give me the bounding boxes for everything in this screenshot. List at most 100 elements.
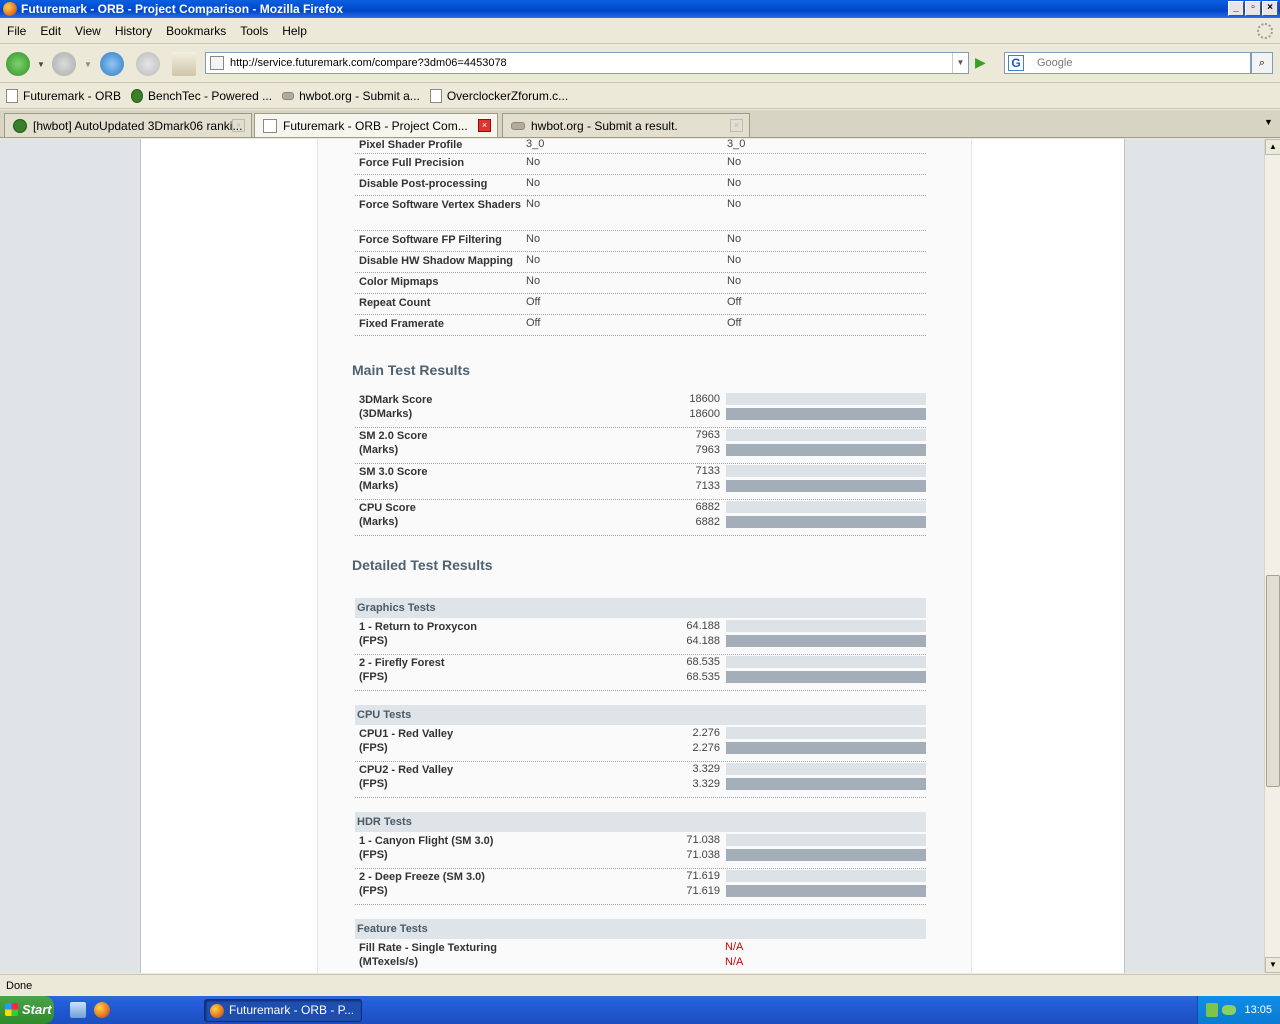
test-unit: (FPS) — [359, 635, 388, 647]
scroll-up-arrow-icon[interactable]: ▲ — [1265, 139, 1280, 155]
result-bar-2 — [726, 480, 926, 492]
close-tab-icon[interactable]: × — [232, 119, 245, 132]
setting-value-1: No — [526, 254, 541, 266]
system-tray: 13:05 — [1197, 996, 1280, 1024]
test-name: CPU1 - Red Valley — [359, 728, 454, 740]
status-text: Done — [6, 980, 33, 992]
address-bar[interactable]: http://service.futuremark.com/compare?3d… — [205, 52, 969, 74]
menu-view[interactable]: View — [68, 24, 108, 38]
result-value-1: 3.329 — [692, 763, 720, 775]
maximize-button[interactable]: ▫ — [1245, 1, 1261, 16]
group-header: HDR Tests — [355, 812, 926, 832]
close-tab-icon[interactable]: × — [478, 119, 491, 132]
menu-bookmarks[interactable]: Bookmarks — [159, 24, 233, 38]
result-bar-1 — [726, 620, 926, 632]
close-tab-icon[interactable]: × — [730, 119, 743, 132]
result-bar-1 — [726, 465, 926, 477]
result-value-1: 71.619 — [686, 870, 720, 882]
google-search-engine-icon[interactable]: G — [1008, 55, 1024, 71]
scrollbar-thumb[interactable] — [1266, 575, 1280, 787]
forward-history-chevron-down-icon[interactable]: ▼ — [84, 60, 92, 69]
menu-edit[interactable]: Edit — [33, 24, 68, 38]
back-icon[interactable] — [6, 52, 30, 76]
taskbar-firefox-item[interactable]: Futuremark - ORB - P... — [204, 999, 362, 1022]
bookmark-hwbot[interactable]: hwbot.org - Submit a... — [282, 89, 420, 103]
search-magnifier-icon[interactable]: ⌕ — [1251, 52, 1273, 74]
test-name: Fill Rate - Single Texturing — [359, 942, 497, 954]
result-value-1: 71.038 — [686, 834, 720, 846]
menu-tools[interactable]: Tools — [233, 24, 275, 38]
page-icon — [6, 89, 18, 103]
settings-row: Pixel Shader Profile 3_0 3_0 — [355, 139, 926, 154]
address-dropdown-chevron-down-icon[interactable]: ▼ — [952, 53, 968, 73]
forward-icon[interactable] — [52, 52, 76, 76]
tab-futuremark-orb[interactable]: Futuremark - ORB - Project Com... × — [254, 113, 498, 137]
result-label: 2 - Deep Freeze (SM 3.0) (FPS) — [359, 870, 485, 898]
quicklaunch-firefox-icon[interactable] — [94, 1002, 110, 1018]
page-favicon-icon — [210, 56, 224, 70]
result-label: 2 - Firefly Forest (FPS) — [359, 656, 445, 684]
menu-file[interactable]: File — [0, 24, 33, 38]
setting-value-1: No — [526, 275, 541, 287]
test-name: CPU2 - Red Valley — [359, 764, 454, 776]
page-favicon-icon — [263, 118, 277, 133]
tab-hwbot-ranking[interactable]: [hwbot] AutoUpdated 3Dmark06 ranki... × — [4, 113, 252, 137]
result-value-2: 6882 — [695, 516, 720, 528]
setting-value-2: No — [727, 156, 742, 168]
vertical-scrollbar[interactable]: ▲ ▼ — [1264, 139, 1280, 973]
tab-list-chevron-down-icon[interactable]: ▼ — [1264, 117, 1273, 127]
result-row: SM 2.0 Score (Marks) 7963 7963 — [355, 428, 926, 464]
group-header: CPU Tests — [355, 705, 926, 725]
test-name: CPU Score — [359, 502, 416, 514]
search-input[interactable]: G Google — [1004, 52, 1251, 74]
window-titlebar: Futuremark - ORB - Project Comparison - … — [0, 0, 1280, 18]
home-icon[interactable] — [172, 52, 196, 76]
bookmark-overclockerzforum[interactable]: OverclockerZforum.c... — [429, 89, 568, 103]
tray-network-icon[interactable] — [1206, 1003, 1218, 1017]
setting-label: Force Software FP Filtering — [359, 234, 502, 246]
reload-icon[interactable] — [100, 52, 124, 76]
setting-value-2: No — [727, 233, 742, 245]
tray-nvidia-icon[interactable] — [1222, 1005, 1236, 1015]
bookmark-benchtec[interactable]: BenchTec - Powered ... — [131, 89, 272, 103]
windows-taskbar: Start Futuremark - ORB - P... 13:05 — [0, 996, 1280, 1024]
result-label: CPU2 - Red Valley (FPS) — [359, 763, 453, 791]
test-unit: (Marks) — [359, 516, 399, 528]
result-value-1: 7133 — [695, 465, 720, 477]
setting-value-2: Off — [727, 317, 742, 329]
test-unit: (MTexels/s) — [359, 956, 419, 968]
result-value-1: 68.535 — [686, 656, 720, 668]
tab-hwbot-submit[interactable]: hwbot.org - Submit a result. × — [502, 113, 750, 137]
start-button[interactable]: Start — [0, 996, 54, 1024]
quicklaunch-ie-icon[interactable] — [70, 1002, 86, 1018]
setting-value-2: 3_0 — [727, 139, 746, 150]
result-row: 1 - Canyon Flight (SM 3.0) (FPS) 71.038 71.… — [355, 833, 926, 869]
gear-icon — [13, 118, 27, 133]
minimize-button[interactable]: _ — [1228, 1, 1244, 16]
close-window-button[interactable]: × — [1262, 1, 1278, 16]
setting-value-1: 3_0 — [526, 139, 545, 150]
throbber-icon — [1257, 23, 1273, 39]
result-value-2: 3.329 — [692, 778, 720, 790]
scroll-down-arrow-icon[interactable]: ▼ — [1265, 957, 1280, 973]
menu-history[interactable]: History — [108, 24, 159, 38]
settings-row: Force Software FP Filtering No No — [355, 231, 926, 252]
result-row: 2 - Deep Freeze (SM 3.0) (FPS) 71.619 71.61… — [355, 869, 926, 905]
stop-icon[interactable] — [136, 52, 160, 76]
bookmark-futuremark[interactable]: Futuremark - ORB — [6, 89, 121, 103]
result-bar-2 — [726, 408, 926, 420]
result-bar-1 — [726, 763, 926, 775]
back-history-chevron-down-icon[interactable]: ▼ — [37, 60, 45, 69]
result-value-1: 6882 — [695, 501, 720, 513]
result-value-2: 7963 — [695, 444, 720, 456]
setting-label: Force Software Vertex Shaders — [359, 199, 522, 211]
result-value-2: 18600 — [689, 408, 720, 420]
setting-label: Repeat Count — [359, 297, 431, 309]
setting-value-2: No — [727, 275, 742, 287]
result-value-1: 64.188 — [686, 620, 720, 632]
test-unit: (3DMarks) — [359, 408, 413, 420]
test-unit: (Marks) — [359, 480, 399, 492]
menu-help[interactable]: Help — [275, 24, 314, 38]
go-arrow-icon[interactable]: ▶ — [975, 54, 991, 70]
result-label: CPU1 - Red Valley (FPS) — [359, 727, 453, 755]
